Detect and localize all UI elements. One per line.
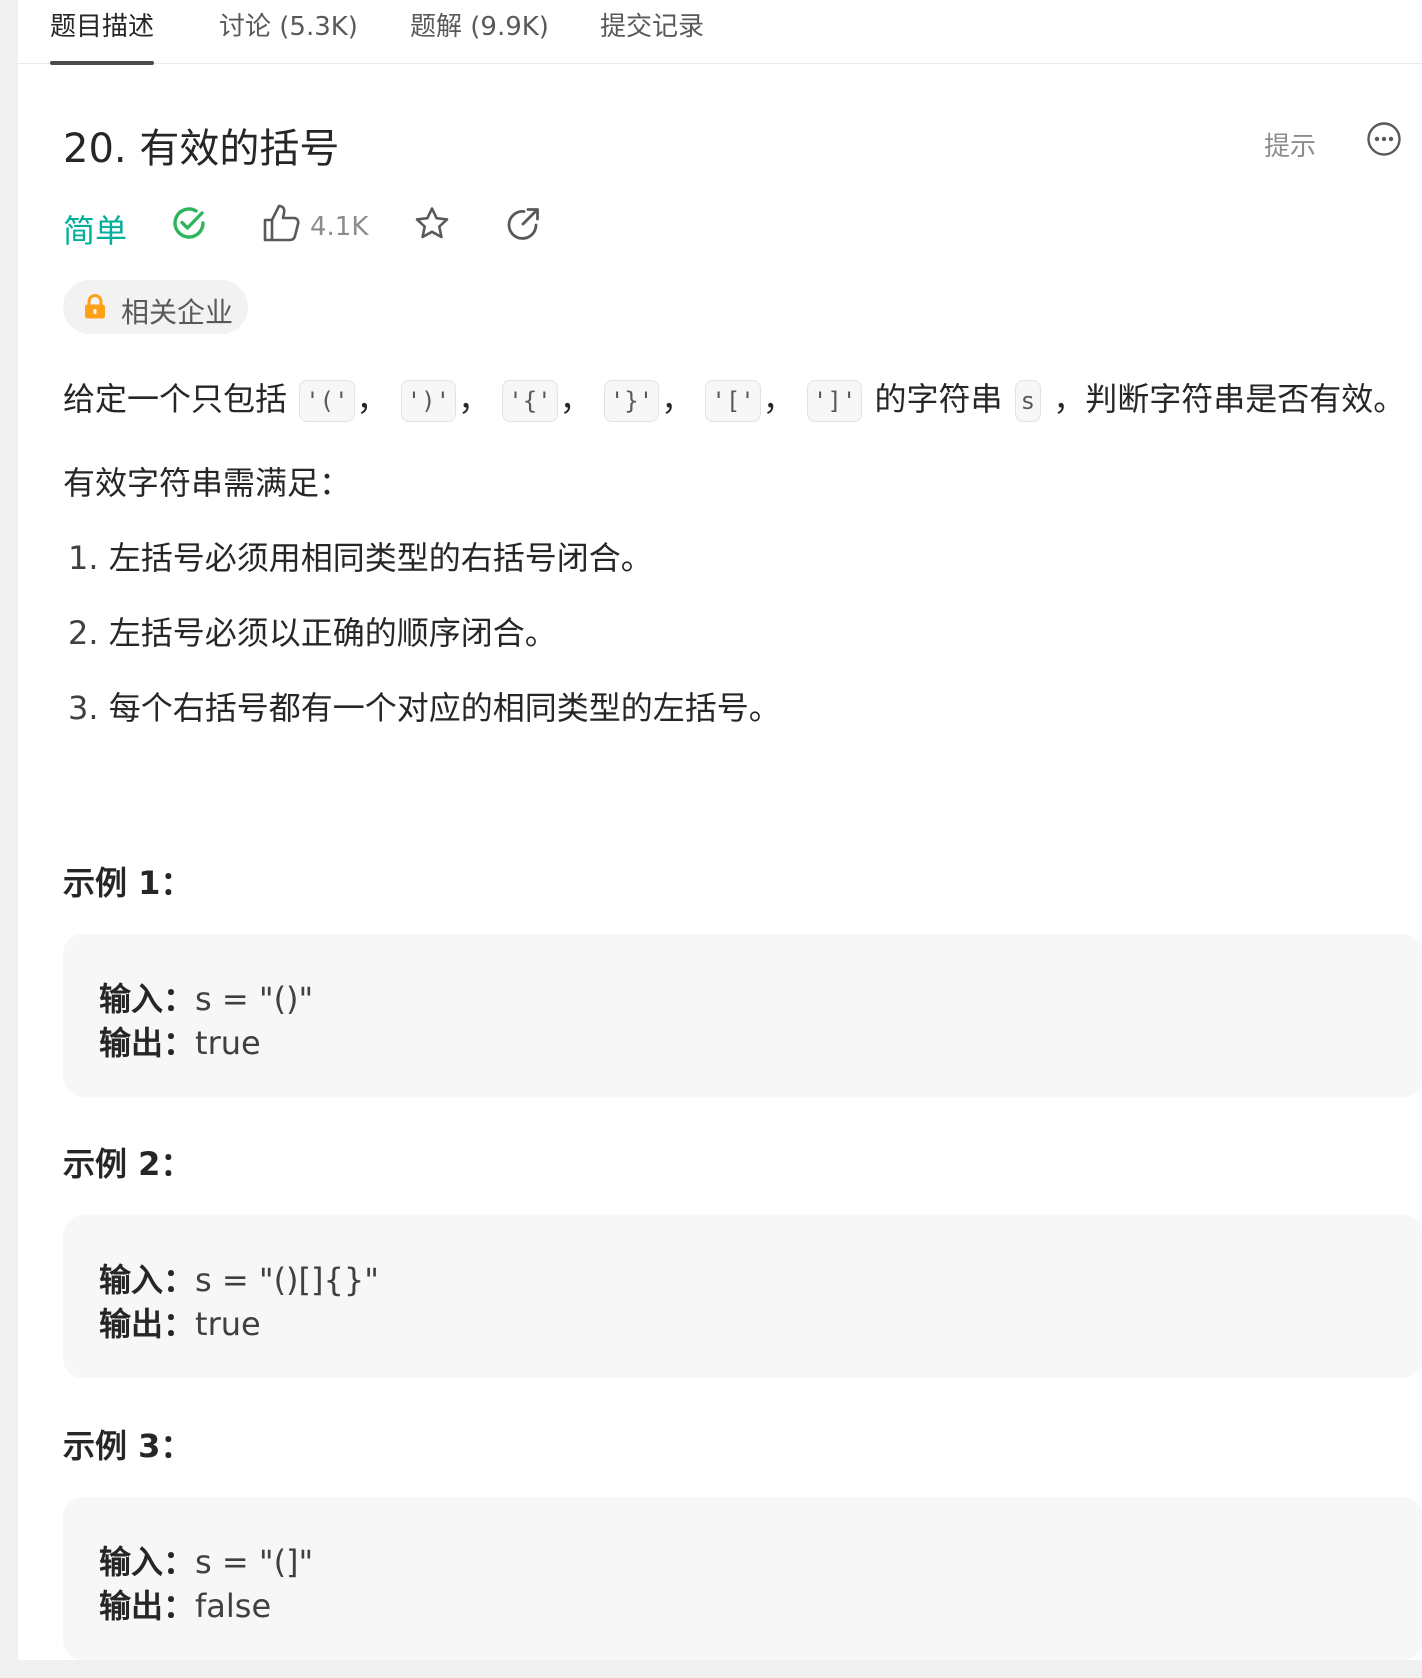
tab-discussion[interactable]: 讨论 (5.3K) xyxy=(219,6,358,64)
code-char: '[' xyxy=(705,380,761,422)
example-title: 示例 1： xyxy=(63,864,193,902)
input-value: s = "()" xyxy=(195,980,314,1018)
like-button[interactable]: 4.1K xyxy=(262,203,382,243)
like-count: 4.1K xyxy=(310,212,369,242)
rule-text: 左括号必须用相同类型的右括号闭合。 xyxy=(108,539,653,577)
rule-text: 每个右括号都有一个对应的相同类型的左括号。 xyxy=(108,689,781,727)
related-companies-label: 相关企业 xyxy=(121,296,234,329)
intro-mid: 的字符串 xyxy=(874,380,1003,418)
example-box: 输入：s = "(]" 输出：false xyxy=(63,1497,1422,1660)
example-input: 输入：s = "()[]{}" xyxy=(99,1255,379,1301)
problem-panel: 题目描述 讨论 (5.3K) 题解 (9.9K) 提交记录 20. 有效的括号 … xyxy=(18,0,1422,1660)
solved-check-icon xyxy=(173,207,205,239)
output-value: true xyxy=(195,1024,261,1062)
output-label: 输出： xyxy=(99,1305,196,1343)
lock-icon xyxy=(85,294,105,319)
rule-item: 3. 每个右括号都有一个对应的相同类型的左括号。 xyxy=(68,683,781,729)
example-box: 输入：s = "()" 输出：true xyxy=(63,934,1422,1097)
intro-suffix: ，判断字符串是否有效。 xyxy=(1053,380,1406,418)
separator: ， xyxy=(559,380,592,418)
rule-number: 3. xyxy=(68,689,99,727)
code-char: ')' xyxy=(400,380,457,422)
rule-item: 2. 左括号必须以正确的顺序闭合。 xyxy=(68,608,557,654)
input-label: 输入： xyxy=(99,1543,196,1581)
difficulty-badge: 简单 xyxy=(63,212,128,250)
example-output: 输出：false xyxy=(99,1581,271,1627)
code-char: '}' xyxy=(603,380,660,422)
separator: ， xyxy=(458,380,491,418)
thumbs-up-icon xyxy=(263,204,300,242)
output-value: true xyxy=(195,1305,261,1343)
rule-number: 2. xyxy=(68,614,99,652)
example-box: 输入：s = "()[]{}" 输出：true xyxy=(63,1215,1422,1378)
example-title: 示例 3： xyxy=(63,1427,193,1465)
tab-bar: 题目描述 讨论 (5.3K) 题解 (9.9K) 提交记录 xyxy=(18,0,1422,65)
code-var: s xyxy=(1014,380,1042,422)
related-companies-tag[interactable]: 相关企业 xyxy=(63,280,248,334)
favorite-star-icon[interactable] xyxy=(413,205,451,243)
more-options-icon[interactable] xyxy=(1366,121,1402,157)
tab-solutions[interactable]: 题解 (9.9K) xyxy=(410,6,549,64)
output-label: 输出： xyxy=(99,1587,196,1625)
output-value: false xyxy=(195,1587,272,1625)
output-label: 输出： xyxy=(99,1024,196,1062)
example-input: 输入：s = "()" xyxy=(99,974,313,1020)
input-label: 输入： xyxy=(99,980,196,1018)
example-title: 示例 2： xyxy=(63,1145,193,1183)
problem-description: 给定一个只包括 '('， ')'， '{'， '}'， '['， ']' 的字符… xyxy=(63,374,1405,424)
input-label: 输入： xyxy=(99,1261,196,1299)
example-input: 输入：s = "(]" xyxy=(99,1537,313,1583)
separator: ， xyxy=(661,380,694,418)
intro-prefix: 给定一个只包括 xyxy=(63,380,288,418)
share-icon[interactable] xyxy=(504,205,542,243)
input-value: s = "()[]{}" xyxy=(195,1261,379,1299)
input-value: s = "(]" xyxy=(195,1543,314,1581)
code-char: '{' xyxy=(502,380,558,422)
hint-button[interactable]: 提示 xyxy=(1264,126,1316,163)
example-output: 输出：true xyxy=(99,1299,261,1345)
tab-submissions[interactable]: 提交记录 xyxy=(600,6,704,64)
example-output: 输出：true xyxy=(99,1018,261,1064)
problem-title: 20. 有效的括号 xyxy=(63,126,340,172)
rule-text: 左括号必须以正确的顺序闭合。 xyxy=(108,614,557,652)
requirements-heading: 有效字符串需满足： xyxy=(63,464,352,502)
separator: ， xyxy=(762,380,795,418)
rule-item: 1. 左括号必须用相同类型的右括号闭合。 xyxy=(68,533,653,579)
tab-description[interactable]: 题目描述 xyxy=(50,6,155,65)
separator: ， xyxy=(356,380,389,418)
code-char: ']' xyxy=(806,380,863,422)
rule-number: 1. xyxy=(68,539,99,577)
code-char: '(' xyxy=(299,380,355,422)
